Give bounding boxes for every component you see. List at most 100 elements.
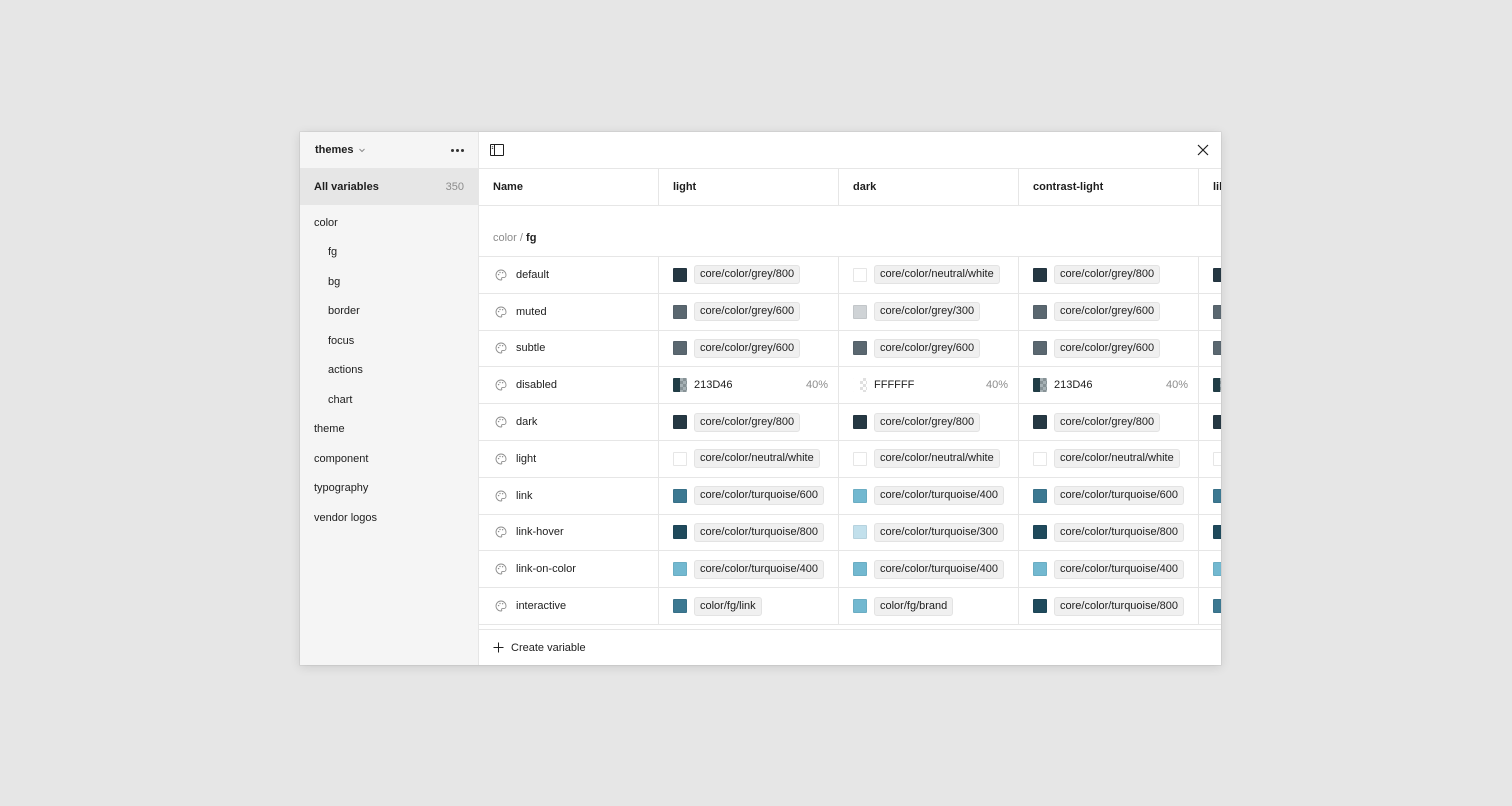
table-row[interactable]: disabled 213D46 40% FFFFFF 40% 213D46 40% xyxy=(479,367,1221,405)
alias-pill[interactable]: core/color/turquoise/800 xyxy=(694,522,825,542)
color-swatch[interactable] xyxy=(673,599,687,614)
color-swatch[interactable] xyxy=(853,451,867,466)
color-swatch[interactable] xyxy=(673,341,687,356)
color-swatch[interactable] xyxy=(673,378,687,393)
variable-name-cell[interactable]: link-on-color xyxy=(479,551,659,588)
table-row[interactable]: light core/color/neutral/white core/color/… xyxy=(479,440,1221,478)
color-swatch[interactable] xyxy=(1033,304,1047,319)
value-cell[interactable]: core/color/turquoise/800 xyxy=(659,514,839,551)
color-swatch[interactable] xyxy=(673,525,687,540)
sidebar-group-color[interactable]: color xyxy=(300,208,478,238)
value-cell[interactable]: core/color/turquoise/400 xyxy=(839,551,1019,588)
color-swatch[interactable] xyxy=(1213,415,1221,430)
color-swatch[interactable] xyxy=(853,599,867,614)
alias-pill[interactable]: core/color/turquoise/600 xyxy=(694,486,825,506)
sidebar-group-border[interactable]: border xyxy=(300,297,478,327)
value-cell[interactable]: core/color/grey/600 xyxy=(659,330,839,367)
variable-name-cell[interactable]: disabled xyxy=(479,367,659,404)
value-cell[interactable] xyxy=(1199,404,1221,440)
alias-pill[interactable]: core/color/turquoise/400 xyxy=(694,559,825,579)
value-cell[interactable]: core/color/grey/800 xyxy=(659,257,839,293)
column-header-dark[interactable]: dark xyxy=(839,169,1019,205)
value-cell[interactable] xyxy=(1199,441,1221,477)
value-cell[interactable]: color/fg/brand xyxy=(839,588,1019,624)
value-cell[interactable]: core/color/grey/600 xyxy=(659,293,839,330)
color-swatch[interactable] xyxy=(853,378,867,393)
value-cell[interactable]: core/color/grey/300 xyxy=(839,293,1019,330)
value-cell[interactable]: core/color/turquoise/300 xyxy=(839,514,1019,551)
table-row[interactable]: muted core/color/grey/600 core/color/grey/… xyxy=(479,293,1221,331)
value-cell[interactable]: core/color/grey/800 xyxy=(1019,404,1199,440)
variable-name-cell[interactable]: interactive xyxy=(479,588,659,624)
sidebar-item-all-variables[interactable]: All variables 350 xyxy=(300,168,478,205)
alias-pill[interactable]: core/color/grey/600 xyxy=(694,302,801,322)
value-cell[interactable]: core/color/turquoise/400 xyxy=(839,477,1019,514)
alias-pill[interactable]: core/color/turquoise/600 xyxy=(1054,486,1185,506)
column-header-contrast-light[interactable]: contrast-light xyxy=(1019,169,1199,205)
table-row[interactable]: default core/color/grey/800 core/color/neu… xyxy=(479,257,1221,294)
alias-pill[interactable]: core/color/grey/800 xyxy=(1054,412,1161,432)
alias-pill[interactable]: core/color/grey/600 xyxy=(694,338,801,358)
value-cell[interactable] xyxy=(1199,515,1221,551)
value-cell[interactable]: color/fg/link xyxy=(659,588,839,624)
value-cell[interactable]: core/color/grey/600 xyxy=(839,330,1019,367)
color-swatch[interactable] xyxy=(673,267,687,282)
sidebar-toggle-icon[interactable] xyxy=(489,142,505,158)
value-cell[interactable]: core/color/grey/600 xyxy=(1019,330,1199,367)
color-swatch[interactable] xyxy=(1213,525,1221,540)
color-swatch[interactable] xyxy=(1213,304,1221,319)
value-cell[interactable]: FFFFFF 40% xyxy=(839,367,1019,404)
value-cell[interactable]: core/color/turquoise/600 xyxy=(1019,477,1199,514)
alias-pill[interactable]: color/fg/brand xyxy=(874,596,954,616)
color-swatch[interactable] xyxy=(853,488,867,503)
value-cell[interactable] xyxy=(1199,551,1221,587)
value-cell[interactable]: core/color/neutral/white xyxy=(839,440,1019,477)
color-swatch[interactable] xyxy=(673,562,687,577)
color-swatch[interactable] xyxy=(1213,451,1221,466)
color-swatch[interactable] xyxy=(1213,599,1221,614)
alias-pill[interactable]: core/color/grey/800 xyxy=(1054,265,1161,285)
collection-switcher[interactable]: themes xyxy=(315,144,366,156)
alias-pill[interactable]: core/color/turquoise/800 xyxy=(1054,522,1185,542)
value-cell[interactable]: core/color/turquoise/800 xyxy=(1019,588,1199,624)
alias-pill[interactable]: core/color/grey/600 xyxy=(874,338,981,358)
sidebar-group-fg[interactable]: fg xyxy=(300,238,478,268)
close-icon[interactable] xyxy=(1195,142,1211,158)
alias-pill[interactable]: core/color/neutral/white xyxy=(694,449,820,469)
table-row[interactable]: subtle core/color/grey/600 core/color/grey… xyxy=(479,330,1221,368)
color-swatch[interactable] xyxy=(853,562,867,577)
color-swatch[interactable] xyxy=(1033,267,1047,282)
hex-value[interactable]: FFFFFF xyxy=(874,379,986,391)
alias-pill[interactable]: core/color/turquoise/800 xyxy=(1054,596,1185,616)
opacity-value[interactable]: 40% xyxy=(1166,379,1188,391)
value-cell[interactable] xyxy=(1199,588,1221,624)
color-swatch[interactable] xyxy=(673,488,687,503)
color-swatch[interactable] xyxy=(673,304,687,319)
value-cell[interactable]: 213D46 40% xyxy=(1019,367,1199,404)
alias-pill[interactable]: color/fg/link xyxy=(694,596,762,616)
table-row[interactable]: link core/color/turquoise/600 core/color/t… xyxy=(479,477,1221,515)
more-icon[interactable] xyxy=(449,142,466,158)
color-swatch[interactable] xyxy=(1213,341,1221,356)
alias-pill[interactable]: core/color/neutral/white xyxy=(1054,449,1180,469)
variable-name-cell[interactable]: muted xyxy=(479,293,659,330)
variable-name-cell[interactable]: light xyxy=(479,440,659,477)
value-cell[interactable]: core/color/grey/800 xyxy=(659,404,839,440)
value-cell[interactable] xyxy=(1199,331,1221,367)
value-cell[interactable] xyxy=(1199,294,1221,330)
color-swatch[interactable] xyxy=(673,451,687,466)
hex-value[interactable]: 213D46 xyxy=(694,379,806,391)
color-swatch[interactable] xyxy=(1213,267,1221,282)
color-swatch[interactable] xyxy=(1213,488,1221,503)
alias-pill[interactable]: core/color/grey/800 xyxy=(694,265,801,285)
value-cell[interactable] xyxy=(1199,478,1221,514)
table-row[interactable]: interactive color/fg/link color/fg/brand co… xyxy=(479,588,1221,625)
column-header-lil[interactable]: lil xyxy=(1199,169,1221,205)
value-cell[interactable]: core/color/grey/600 xyxy=(1019,293,1199,330)
value-cell[interactable]: core/color/neutral/white xyxy=(839,257,1019,293)
value-cell[interactable]: core/color/turquoise/400 xyxy=(659,551,839,588)
value-cell[interactable]: core/color/turquoise/400 xyxy=(1019,551,1199,588)
alias-pill[interactable]: core/color/turquoise/400 xyxy=(874,559,1005,579)
color-swatch[interactable] xyxy=(1033,341,1047,356)
table-row[interactable]: link-on-color core/color/turquoise/400 cor… xyxy=(479,551,1221,589)
